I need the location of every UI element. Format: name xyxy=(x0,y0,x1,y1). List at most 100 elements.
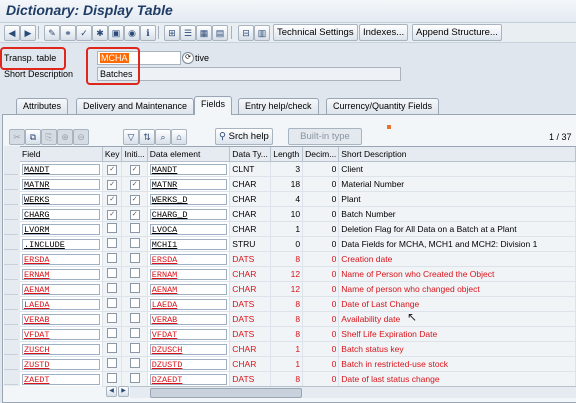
sort-icon[interactable]: ⇅ xyxy=(139,129,155,145)
field-name-cell[interactable]: .INCLUDE xyxy=(20,236,103,252)
data-element-cell[interactable]: ERNAM xyxy=(147,266,231,282)
initial-checkbox[interactable] xyxy=(121,356,148,372)
data-element-cell[interactable]: DZUSCH xyxy=(147,341,231,357)
back-arrow-icon[interactable]: ◀ xyxy=(4,25,20,41)
info-icon[interactable]: ℹ xyxy=(140,25,156,41)
key-checkbox[interactable] xyxy=(102,296,123,312)
table-row[interactable]: .INCLUDE MCHI1 STRU 0 0 Data Fields for MCHA,… xyxy=(20,236,576,252)
field-name-cell[interactable]: MATNR xyxy=(20,176,103,192)
data-element-cell[interactable]: WERKS_D xyxy=(147,191,231,207)
data-element-cell[interactable]: DZUSTD xyxy=(147,356,231,372)
column-header-data-element[interactable]: Data element xyxy=(147,147,231,162)
cut-row-icon[interactable]: ✂ xyxy=(9,129,25,145)
graphic-icon[interactable]: ⊟ xyxy=(238,25,254,41)
table-row[interactable]: LVORM LVOCA CHAR 1 0 Deletion Flag for All Da… xyxy=(20,221,576,237)
edit-pencil-icon[interactable]: ✎ xyxy=(44,25,60,41)
initial-checkbox[interactable]: ✓ xyxy=(121,191,148,207)
initial-checkbox[interactable]: ✓ xyxy=(121,161,148,177)
paste-row-icon[interactable]: ⎘ xyxy=(41,129,57,145)
initial-checkbox[interactable] xyxy=(121,311,148,327)
data-element-cell[interactable]: LAEDA xyxy=(147,296,231,312)
column-header-key[interactable]: Key xyxy=(102,147,123,162)
initial-checkbox[interactable]: ✓ xyxy=(121,176,148,192)
display-object-list-icon[interactable]: ☰ xyxy=(180,25,196,41)
row-selector[interactable] xyxy=(4,281,18,295)
field-name-cell[interactable]: WERKS xyxy=(20,191,103,207)
insert-row-icon[interactable]: ⊕ xyxy=(57,129,73,145)
row-selector[interactable] xyxy=(4,266,18,280)
key-checkbox[interactable]: ✓ xyxy=(102,206,123,222)
field-name-cell[interactable]: ERSDA xyxy=(20,251,103,267)
forward-arrow-icon[interactable]: ▶ xyxy=(20,25,36,41)
row-selector[interactable] xyxy=(4,341,18,355)
delete-row-icon[interactable]: ⊖ xyxy=(73,129,89,145)
key-checkbox[interactable]: ✓ xyxy=(102,161,123,177)
key-checkbox[interactable] xyxy=(102,281,123,297)
key-checkbox[interactable] xyxy=(102,371,123,387)
key-checkbox[interactable] xyxy=(102,266,123,282)
append-structure-button[interactable]: Append Structure... xyxy=(412,24,502,41)
column-header-length[interactable]: Length xyxy=(270,147,304,162)
table-row[interactable]: MANDT ✓ ✓ MANDT CLNT 3 0 Client xyxy=(20,161,576,177)
row-selector[interactable] xyxy=(4,296,18,310)
grid-icon[interactable]: ▤ xyxy=(212,25,228,41)
test-icon[interactable]: ▣ xyxy=(108,25,124,41)
field-name-cell[interactable]: MANDT xyxy=(20,161,103,177)
row-selector[interactable] xyxy=(4,236,18,250)
scroll-left-icon[interactable]: ◀ xyxy=(106,386,117,397)
field-name-cell[interactable]: LVORM xyxy=(20,221,103,237)
find-icon[interactable]: ⌕ xyxy=(155,129,171,145)
activate-icon[interactable]: ✱ xyxy=(92,25,108,41)
short-description-field[interactable]: Batches xyxy=(97,67,401,81)
row-selector[interactable] xyxy=(4,356,18,370)
table-row[interactable]: ZAEDT DZAEDT DATS 8 0 Date of last status cha… xyxy=(20,371,576,387)
contents-icon[interactable]: ▦ xyxy=(196,25,212,41)
column-header-data-type[interactable]: Data Ty... xyxy=(229,147,272,162)
field-name-cell[interactable]: ZUSTD xyxy=(20,356,103,372)
field-name-cell[interactable]: VFDAT xyxy=(20,326,103,342)
where-used-icon[interactable]: ◉ xyxy=(124,25,140,41)
row-selector[interactable] xyxy=(4,221,18,235)
data-element-cell[interactable]: ERSDA xyxy=(147,251,231,267)
key-checkbox[interactable]: ✓ xyxy=(102,176,123,192)
tab-entry-help[interactable]: Entry help/check xyxy=(238,98,319,114)
display-change-icon[interactable]: ⚭ xyxy=(60,25,76,41)
column-header-field[interactable]: Field xyxy=(20,147,103,162)
table-row[interactable]: WERKS ✓ ✓ WERKS_D CHAR 4 0 Plant xyxy=(20,191,576,207)
table-row[interactable]: ZUSCH DZUSCH CHAR 1 0 Batch status key xyxy=(20,341,576,357)
field-name-cell[interactable]: LAEDA xyxy=(20,296,103,312)
row-selector[interactable] xyxy=(4,161,18,175)
initial-checkbox[interactable] xyxy=(121,281,148,297)
table-row[interactable]: ERNAM ERNAM CHAR 12 0 Name of Person who Crea… xyxy=(20,266,576,282)
row-selector[interactable] xyxy=(4,371,18,385)
tab-fields[interactable]: Fields xyxy=(194,96,233,115)
check-icon[interactable]: ✓ xyxy=(76,25,92,41)
data-element-cell[interactable]: AENAM xyxy=(147,281,231,297)
horizontal-scrollbar[interactable] xyxy=(130,386,576,398)
tab-currency-quantity[interactable]: Currency/Quantity Fields xyxy=(326,98,440,114)
data-element-cell[interactable]: MATNR xyxy=(147,176,231,192)
field-name-cell[interactable]: ERNAM xyxy=(20,266,103,282)
field-name-cell[interactable]: VERAB xyxy=(20,311,103,327)
field-name-cell[interactable]: AENAM xyxy=(20,281,103,297)
data-element-cell[interactable]: VFDAT xyxy=(147,326,231,342)
find-next-icon[interactable]: ⌂ xyxy=(171,129,187,145)
initial-checkbox[interactable] xyxy=(121,326,148,342)
builtin-type-button[interactable]: Built-in type xyxy=(288,128,362,145)
table-row[interactable]: VFDAT VFDAT DATS 8 0 Shelf Life Expiration Da… xyxy=(20,326,576,342)
search-help-button[interactable]: ⚲ Srch help xyxy=(215,128,273,145)
initial-checkbox[interactable] xyxy=(121,341,148,357)
field-name-cell[interactable]: CHARG xyxy=(20,206,103,222)
column-header-decimals[interactable]: Decim... xyxy=(302,147,340,162)
row-selector[interactable] xyxy=(4,311,18,325)
scroll-right-icon[interactable]: ▶ xyxy=(118,386,129,397)
column-header-initial[interactable]: Initi... xyxy=(121,147,148,162)
table-row[interactable]: VERAB VERAB DATS 8 0 Availability date xyxy=(20,311,576,327)
key-checkbox[interactable] xyxy=(102,236,123,252)
tab-attributes[interactable]: Attributes xyxy=(16,98,69,114)
initial-checkbox[interactable]: ✓ xyxy=(121,206,148,222)
key-checkbox[interactable]: ✓ xyxy=(102,191,123,207)
table-row[interactable]: CHARG ✓ ✓ CHARG_D CHAR 10 0 Batch Number xyxy=(20,206,576,222)
initial-checkbox[interactable] xyxy=(121,236,148,252)
data-element-cell[interactable]: MANDT xyxy=(147,161,231,177)
